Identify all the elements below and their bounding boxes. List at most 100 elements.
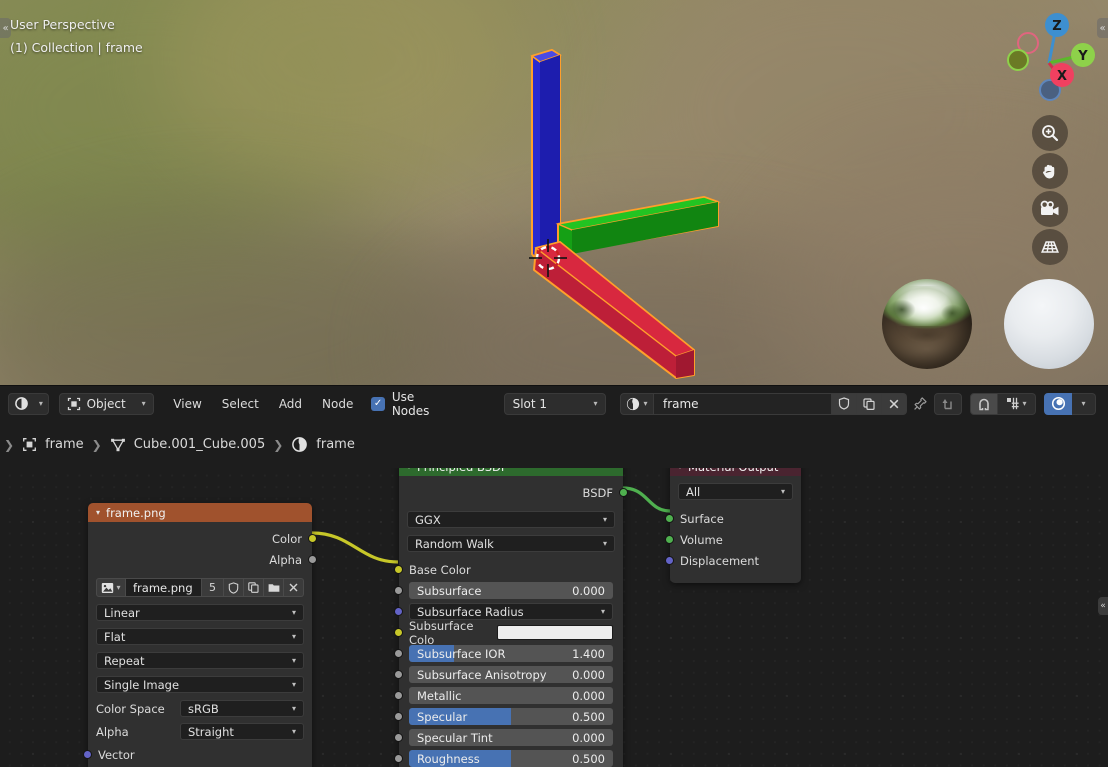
node-input-volume[interactable]: Volume [665, 529, 801, 550]
subsurface-method-select[interactable]: Random Walk ▾ [407, 535, 615, 552]
subsurface-value-slider[interactable]: Subsurface 0.000 [409, 582, 613, 599]
socket-specular[interactable] [394, 712, 403, 721]
render-target-select[interactable]: All ▾ [678, 483, 793, 500]
socket-volume[interactable] [665, 535, 674, 544]
menu-node[interactable]: Node [312, 393, 363, 415]
extension-select[interactable]: Repeat ▾ [96, 652, 304, 669]
metallic-value-slider[interactable]: Metallic 0.000 [409, 687, 613, 704]
menu-add[interactable]: Add [269, 393, 312, 415]
breadcrumb-mesh[interactable]: Cube.001_Cube.005 [110, 437, 265, 453]
node-input-specular-tint[interactable]: Specular Tint 0.000 [394, 727, 623, 748]
socket-subsurface-color[interactable] [394, 628, 403, 637]
editor-type-button[interactable]: ▾ [8, 392, 49, 415]
subsurface-anisotropy-value-slider[interactable]: Subsurface Anisotropy 0.000 [409, 666, 613, 683]
node-output-color[interactable]: Color [88, 528, 317, 549]
node-input-displacement[interactable]: Displacement [665, 550, 801, 571]
material-browse-button[interactable]: ▾ [619, 392, 654, 415]
fake-user-button[interactable] [831, 392, 857, 415]
image-users-count[interactable]: 5 [202, 578, 224, 597]
menu-view[interactable]: View [163, 393, 211, 415]
node-input-roughness[interactable]: Roughness 0.500 [394, 748, 623, 767]
subsurface-radius-select[interactable]: Subsurface Radius ▾ [409, 603, 613, 620]
socket-specular-tint[interactable] [394, 733, 403, 742]
specular-value-slider[interactable]: Specular 0.500 [409, 708, 613, 725]
collapse-triangle-icon[interactable]: ▾ [96, 508, 100, 517]
viewport-tool-buttons[interactable] [1032, 115, 1068, 267]
socket-roughness[interactable] [394, 754, 403, 763]
frame-object[interactable] [490, 30, 750, 385]
proportional-falloff-button[interactable]: ▾ [1072, 392, 1096, 415]
node-header-principled-bsdf[interactable]: ▾ Principled BSDF [399, 457, 623, 476]
socket-subsurface[interactable] [394, 586, 403, 595]
image-fake-user-button[interactable] [224, 578, 244, 597]
socket-color[interactable] [308, 534, 317, 543]
image-unlink-button[interactable] [284, 578, 304, 597]
menu-select[interactable]: Select [212, 393, 269, 415]
socket-alpha[interactable] [308, 555, 317, 564]
image-copy-button[interactable] [244, 578, 264, 597]
material-slot-select[interactable]: Slot 1 ▾ [503, 392, 607, 415]
parent-node-button[interactable] [934, 392, 962, 415]
node-input-subsurface-anisotropy[interactable]: Subsurface Anisotropy 0.000 [394, 664, 623, 685]
specular-tint-value-slider[interactable]: Specular Tint 0.000 [409, 729, 613, 746]
shader-editor-header[interactable]: ▾ Object ▾ View Select Add Node ✓ Use No… [0, 385, 1108, 421]
zoom-tool-button[interactable] [1032, 115, 1068, 151]
image-datablock-toolbar[interactable]: ▾ frame.png 5 [96, 578, 304, 597]
use-nodes-toggle[interactable]: ✓ Use Nodes [363, 390, 461, 418]
proportional-editing-button[interactable] [1044, 392, 1072, 415]
breadcrumb-material[interactable]: frame [291, 436, 355, 453]
node-input-subsurface-color[interactable]: Subsurface Colo [394, 619, 623, 647]
projection-select[interactable]: Flat ▾ [96, 628, 304, 645]
node-input-vector[interactable]: Vector [83, 744, 312, 765]
alpha-property[interactable]: Alpha Straight ▾ [96, 723, 304, 740]
node-output-bsdf[interactable]: BSDF [399, 482, 628, 503]
pin-button[interactable] [907, 393, 934, 415]
3d-viewport[interactable]: « « User Perspective (1) Collection | fr… [0, 0, 1108, 385]
socket-surface[interactable] [665, 514, 674, 523]
node-header-image-texture[interactable]: ▾ frame.png [88, 503, 312, 522]
color-space-select[interactable]: sRGB ▾ [180, 700, 304, 717]
navigation-gizmo[interactable]: Z Y X [1003, 9, 1095, 101]
socket-vector[interactable] [83, 750, 92, 759]
socket-base-color[interactable] [394, 565, 403, 574]
image-open-button[interactable] [264, 578, 284, 597]
socket-subsurface-ior[interactable] [394, 649, 403, 658]
snap-target-button[interactable]: ▾ [998, 392, 1036, 415]
image-name-field[interactable]: frame.png [126, 578, 202, 597]
roughness-value-slider[interactable]: Roughness 0.500 [409, 750, 613, 767]
breadcrumb-object[interactable]: frame [22, 437, 84, 452]
node-header-material-output[interactable]: ▾ Material Output [670, 457, 801, 476]
shading-type-button[interactable]: Object ▾ [58, 392, 154, 415]
socket-subsurface-anisotropy[interactable] [394, 670, 403, 679]
image-browse-button[interactable]: ▾ [96, 578, 126, 597]
node-input-base-color[interactable]: Base Color [394, 559, 623, 580]
node-input-surface[interactable]: Surface [665, 508, 801, 529]
unlink-material-button[interactable] [881, 392, 907, 415]
node-input-subsurface[interactable]: Subsurface 0.000 [394, 580, 623, 601]
node-input-subsurface-ior[interactable]: Subsurface IOR 1.400 [394, 643, 623, 664]
interpolation-select[interactable]: Linear ▾ [96, 604, 304, 621]
move-view-tool-button[interactable] [1032, 153, 1068, 189]
socket-bsdf[interactable] [619, 488, 628, 497]
socket-metallic[interactable] [394, 691, 403, 700]
node-input-metallic[interactable]: Metallic 0.000 [394, 685, 623, 706]
collapse-triangle-icon[interactable]: ▾ [678, 462, 682, 471]
node-sidebar-toggle[interactable]: « [1098, 597, 1108, 615]
node-material-output[interactable]: ▾ Material Output All ▾ Surface Volume D… [665, 457, 801, 583]
material-name-field[interactable]: frame [653, 392, 832, 415]
alpha-mode-select[interactable]: Straight ▾ [180, 723, 304, 740]
subsurface-color-swatch[interactable] [497, 625, 613, 640]
node-principled-bsdf[interactable]: ▾ Principled BSDF BSDF GGX ▾ Random Walk… [394, 457, 628, 767]
toggle-perspective-tool-button[interactable] [1032, 229, 1068, 265]
socket-displacement[interactable] [665, 556, 674, 565]
shader-node-canvas[interactable]: ❯ frame ❯ Cube.001_Cube.005 ❯ frame ▾ fr… [0, 421, 1108, 767]
camera-view-tool-button[interactable] [1032, 191, 1068, 227]
color-space-property[interactable]: Color Space sRGB ▾ [96, 700, 304, 717]
viewport-sidebar-toggle-left[interactable]: « [0, 18, 11, 38]
collapse-triangle-icon[interactable]: ▾ [407, 462, 411, 471]
snap-toggle-button[interactable] [970, 392, 998, 415]
viewport-sidebar-toggle-right[interactable]: « [1097, 18, 1108, 38]
node-input-specular[interactable]: Specular 0.500 [394, 706, 623, 727]
socket-subsurface-radius[interactable] [394, 607, 403, 616]
subsurface-ior-value-slider[interactable]: Subsurface IOR 1.400 [409, 645, 613, 662]
